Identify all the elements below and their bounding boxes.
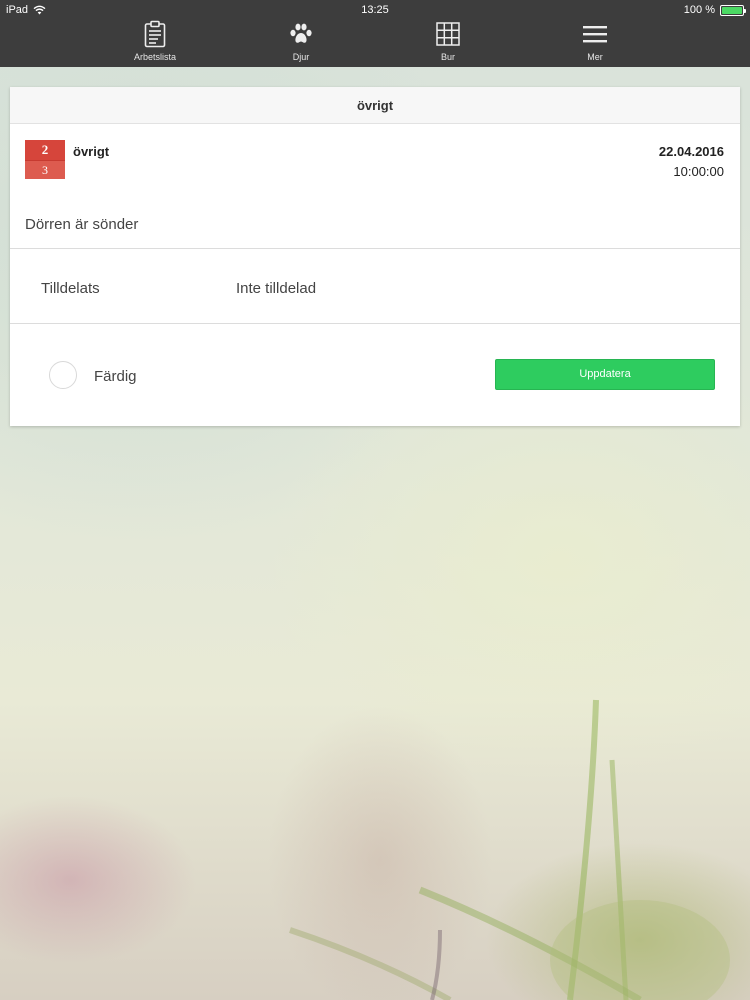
card-header: övrigt	[10, 87, 740, 124]
divider	[10, 323, 740, 324]
clipboard-icon	[144, 20, 166, 48]
task-title: övrigt	[73, 144, 110, 159]
paw-icon	[290, 23, 312, 43]
done-label: Färdig	[94, 368, 137, 385]
task-card: övrigt 2 3 övrigt 22.04.2016 10:00:00 Dö…	[10, 87, 740, 426]
assigned-label: Tilldelats	[41, 280, 100, 297]
tab-bur[interactable]: Bur	[398, 20, 498, 66]
assigned-value: Inte tilldelad	[236, 280, 317, 297]
grid-icon	[436, 22, 460, 46]
battery-percent: 100 %	[683, 4, 715, 16]
calendar-icon-top: 2	[25, 140, 65, 160]
top-bar: iPad 13:25 100 % Arbetslista Djur Bur Me…	[0, 0, 750, 67]
calendar-icon: 2 3	[25, 140, 65, 179]
divider	[10, 248, 740, 249]
battery-icon	[720, 4, 746, 16]
tab-label: Djur	[292, 52, 310, 62]
tab-label: Arbetslista	[133, 52, 177, 62]
done-radio[interactable]	[49, 361, 77, 389]
tab-label: Bur	[440, 52, 455, 62]
task-date: 22.04.2016	[658, 144, 724, 159]
tab-label: Mer	[587, 52, 603, 62]
tab-arbetslista[interactable]: Arbetslista	[105, 20, 205, 66]
tab-djur[interactable]: Djur	[251, 20, 351, 66]
calendar-icon-bottom: 3	[25, 160, 65, 179]
tab-mer[interactable]: Mer	[545, 20, 645, 66]
task-description: Dörren är sönder	[25, 216, 139, 233]
status-bar: iPad 13:25 100 %	[0, 0, 750, 20]
update-button[interactable]: Uppdatera	[495, 359, 715, 390]
menu-icon	[583, 26, 607, 43]
task-time: 10:00:00	[673, 164, 724, 179]
status-time: 13:25	[361, 4, 389, 16]
